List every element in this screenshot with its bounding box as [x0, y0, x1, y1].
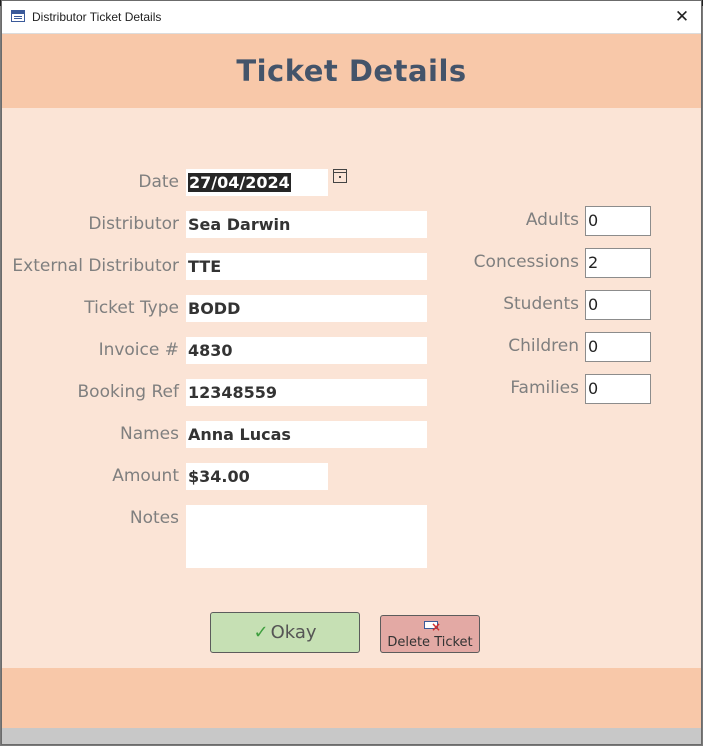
children-field[interactable]: 0 — [585, 332, 651, 362]
delete-ticket-label: Delete Ticket — [387, 635, 473, 650]
dialog-window: Distributor Ticket Details ✕ Ticket Deta… — [1, 0, 702, 745]
notes-label: Notes — [129, 508, 179, 528]
names-label: Names — [119, 424, 179, 444]
close-icon[interactable]: ✕ — [669, 5, 695, 29]
students-field[interactable]: 0 — [585, 290, 651, 320]
adults-label: Adults — [525, 210, 579, 230]
students-label: Students — [503, 294, 579, 314]
bottom-bar — [2, 728, 701, 744]
booking-ref-field[interactable]: 12348559 — [186, 379, 427, 406]
window-title: Distributor Ticket Details — [32, 10, 162, 24]
date-label: Date — [138, 172, 179, 192]
children-label: Children — [508, 336, 579, 356]
families-label: Families — [510, 378, 579, 398]
form-header: Ticket Details — [2, 34, 701, 108]
ticket-type-field[interactable]: BODD — [186, 295, 427, 322]
form-window-icon — [11, 10, 25, 22]
page-title: Ticket Details — [236, 54, 467, 88]
title-bar: Distributor Ticket Details ✕ — [2, 1, 701, 34]
invoice-field[interactable]: 4830 — [186, 337, 427, 364]
date-field[interactable]: 27/04/2024 — [186, 169, 328, 196]
external-distributor-field[interactable]: TTE — [186, 253, 427, 280]
okay-button[interactable]: ✓ Okay — [210, 612, 360, 653]
concessions-field[interactable]: 2 — [585, 248, 651, 278]
invoice-label: Invoice # — [98, 340, 179, 360]
external-distributor-label: External Distributor — [12, 256, 179, 276]
date-value: 27/04/2024 — [188, 173, 291, 192]
families-field[interactable]: 0 — [585, 374, 651, 404]
amount-label: Amount — [112, 466, 179, 486]
amount-field[interactable]: $34.00 — [186, 463, 328, 490]
form-footer — [2, 668, 701, 728]
notes-field[interactable] — [186, 505, 427, 568]
delete-ticket-button[interactable]: Delete Ticket — [380, 615, 480, 653]
distributor-field[interactable]: Sea Darwin — [186, 211, 427, 238]
delete-record-icon — [424, 621, 441, 633]
names-field[interactable]: Anna Lucas — [186, 421, 427, 448]
ticket-type-label: Ticket Type — [84, 298, 179, 318]
concessions-label: Concessions — [473, 252, 579, 272]
distributor-label: Distributor — [88, 214, 179, 234]
checkmark-icon: ✓ — [253, 622, 269, 643]
adults-field[interactable]: 0 — [585, 206, 651, 236]
okay-button-label: Okay — [270, 622, 317, 643]
booking-ref-label: Booking Ref — [77, 382, 180, 402]
calendar-icon[interactable] — [333, 169, 347, 183]
